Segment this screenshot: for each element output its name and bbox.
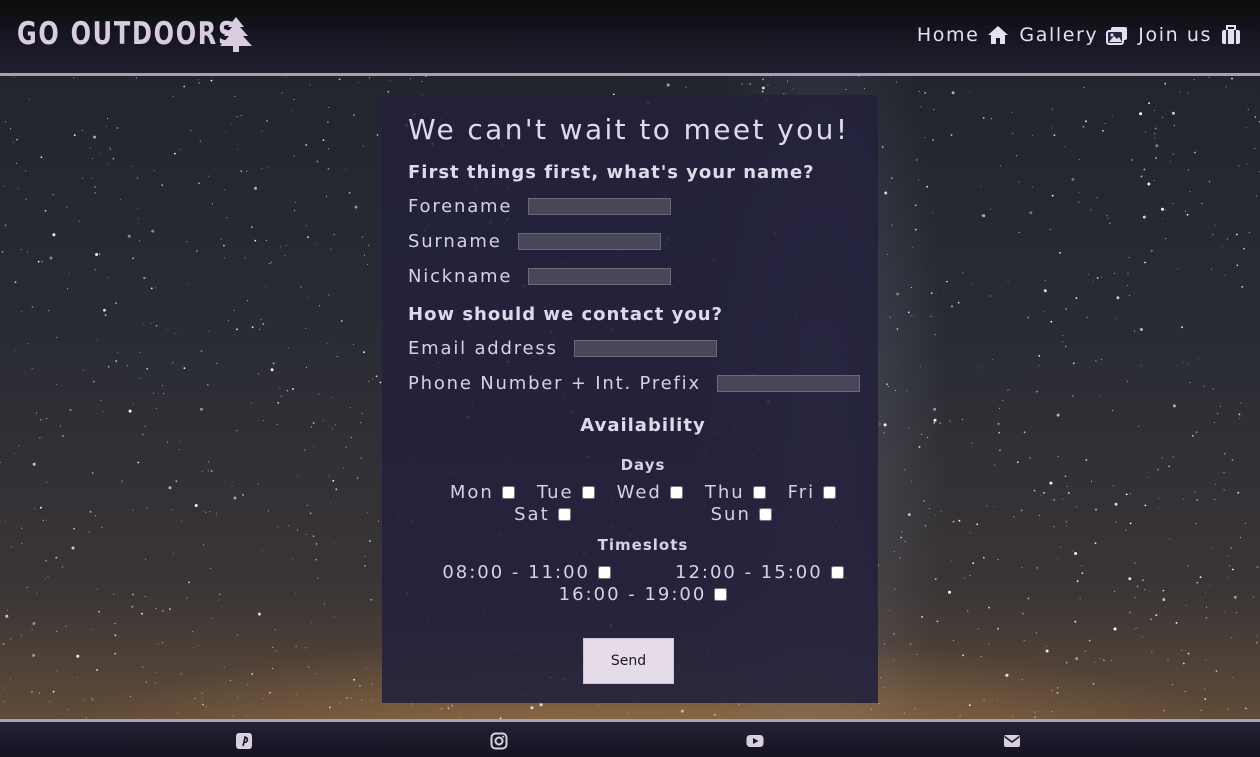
nav-join[interactable]: Join us (1138, 24, 1242, 46)
email-input[interactable] (573, 340, 717, 357)
timeslot-checkbox[interactable] (830, 565, 844, 579)
day-label: Sun (710, 503, 751, 525)
suitcase-icon (1222, 25, 1240, 44)
availability-title: Availability (580, 415, 706, 436)
form-title: We can't wait to meet you! (408, 113, 850, 146)
days-title: Days (620, 456, 666, 474)
day-checkbox[interactable] (581, 485, 595, 499)
nickname-row: Nickname (408, 265, 878, 288)
footer-bar (0, 719, 1260, 757)
day-checkbox[interactable] (823, 485, 837, 499)
surname-input[interactable] (517, 233, 661, 250)
day-sun[interactable]: Sun (710, 503, 772, 525)
send-button[interactable]: Send (583, 638, 674, 684)
email-row: Email address (408, 337, 878, 360)
day-label: Tue (536, 481, 574, 503)
name-section-title: First things first, what's your name? (408, 162, 815, 183)
images-icon (1106, 27, 1128, 45)
day-fri[interactable]: Fri (787, 481, 837, 503)
phone-label: Phone Number + Int. Prefix (408, 373, 701, 394)
day-thu[interactable]: Thu (704, 481, 766, 503)
timeslots-title: Timeslots (597, 536, 689, 554)
brand-name: GO OUTDOORS (17, 16, 237, 52)
timeslot-label: 16:00 - 19:00 (558, 583, 707, 605)
day-checkbox[interactable] (501, 485, 515, 499)
nickname-label: Nickname (408, 266, 513, 287)
join-form-panel: We can't wait to meet you! First things … (382, 95, 878, 703)
day-sat[interactable]: Sat (514, 503, 571, 525)
day-label: Fri (787, 481, 816, 503)
day-label: Mon (449, 481, 494, 503)
nickname-input[interactable] (528, 268, 672, 285)
day-label: Thu (704, 481, 745, 503)
timeslot-morning[interactable]: 08:00 - 11:00 (442, 561, 611, 583)
day-mon[interactable]: Mon (449, 481, 515, 503)
timeslot-checkbox[interactable] (598, 565, 611, 579)
envelope-icon[interactable] (1003, 732, 1021, 750)
nav-home[interactable]: Home (917, 24, 1010, 46)
day-checkbox[interactable] (758, 507, 772, 521)
nav-home-label: Home (916, 24, 980, 46)
timeslot-label: 12:00 - 15:00 (675, 561, 823, 583)
phone-row: Phone Number + Int. Prefix (408, 372, 878, 395)
forename-label: Forename (408, 196, 513, 217)
youtube-icon[interactable] (746, 732, 764, 750)
days-checkboxes: Mon Tue Wed Thu Fri Sat Sun (408, 481, 878, 525)
instagram-icon[interactable] (490, 732, 508, 750)
phone-input[interactable] (716, 375, 860, 392)
timeslot-midday[interactable]: 12:00 - 15:00 (675, 561, 844, 583)
top-navbar: GO OUTDOORS Home Gallery Join us (0, 0, 1260, 76)
day-checkbox[interactable] (557, 507, 571, 521)
timeslot-checkboxes: 08:00 - 11:00 12:00 - 15:00 16:00 - 19:0… (408, 561, 878, 605)
day-tue[interactable]: Tue (536, 481, 595, 503)
day-label: Sat (514, 503, 550, 525)
timeslot-checkbox[interactable] (714, 587, 728, 601)
forename-row: Forename (408, 195, 878, 218)
day-checkbox[interactable] (752, 485, 766, 499)
timeslot-afternoon[interactable]: 16:00 - 19:00 (558, 583, 728, 605)
day-label: Wed (616, 481, 662, 503)
nav-gallery-label: Gallery (1019, 24, 1099, 46)
day-wed[interactable]: Wed (616, 481, 683, 503)
timeslot-label: 08:00 - 11:00 (442, 561, 590, 583)
nav-join-label: Join us (1138, 24, 1212, 46)
main-nav: Home Gallery Join us (907, 24, 1242, 46)
day-checkbox[interactable] (669, 485, 683, 499)
brand-logo[interactable]: GO OUTDOORS (17, 14, 253, 54)
surname-label: Surname (408, 231, 502, 252)
home-icon (988, 26, 1009, 44)
forename-input[interactable] (528, 198, 672, 215)
nav-gallery[interactable]: Gallery (1019, 24, 1128, 46)
surname-row: Surname (408, 230, 878, 253)
contact-section-title: How should we contact you? (408, 304, 723, 325)
email-label: Email address (408, 338, 558, 359)
pinterest-icon[interactable] (235, 732, 253, 750)
